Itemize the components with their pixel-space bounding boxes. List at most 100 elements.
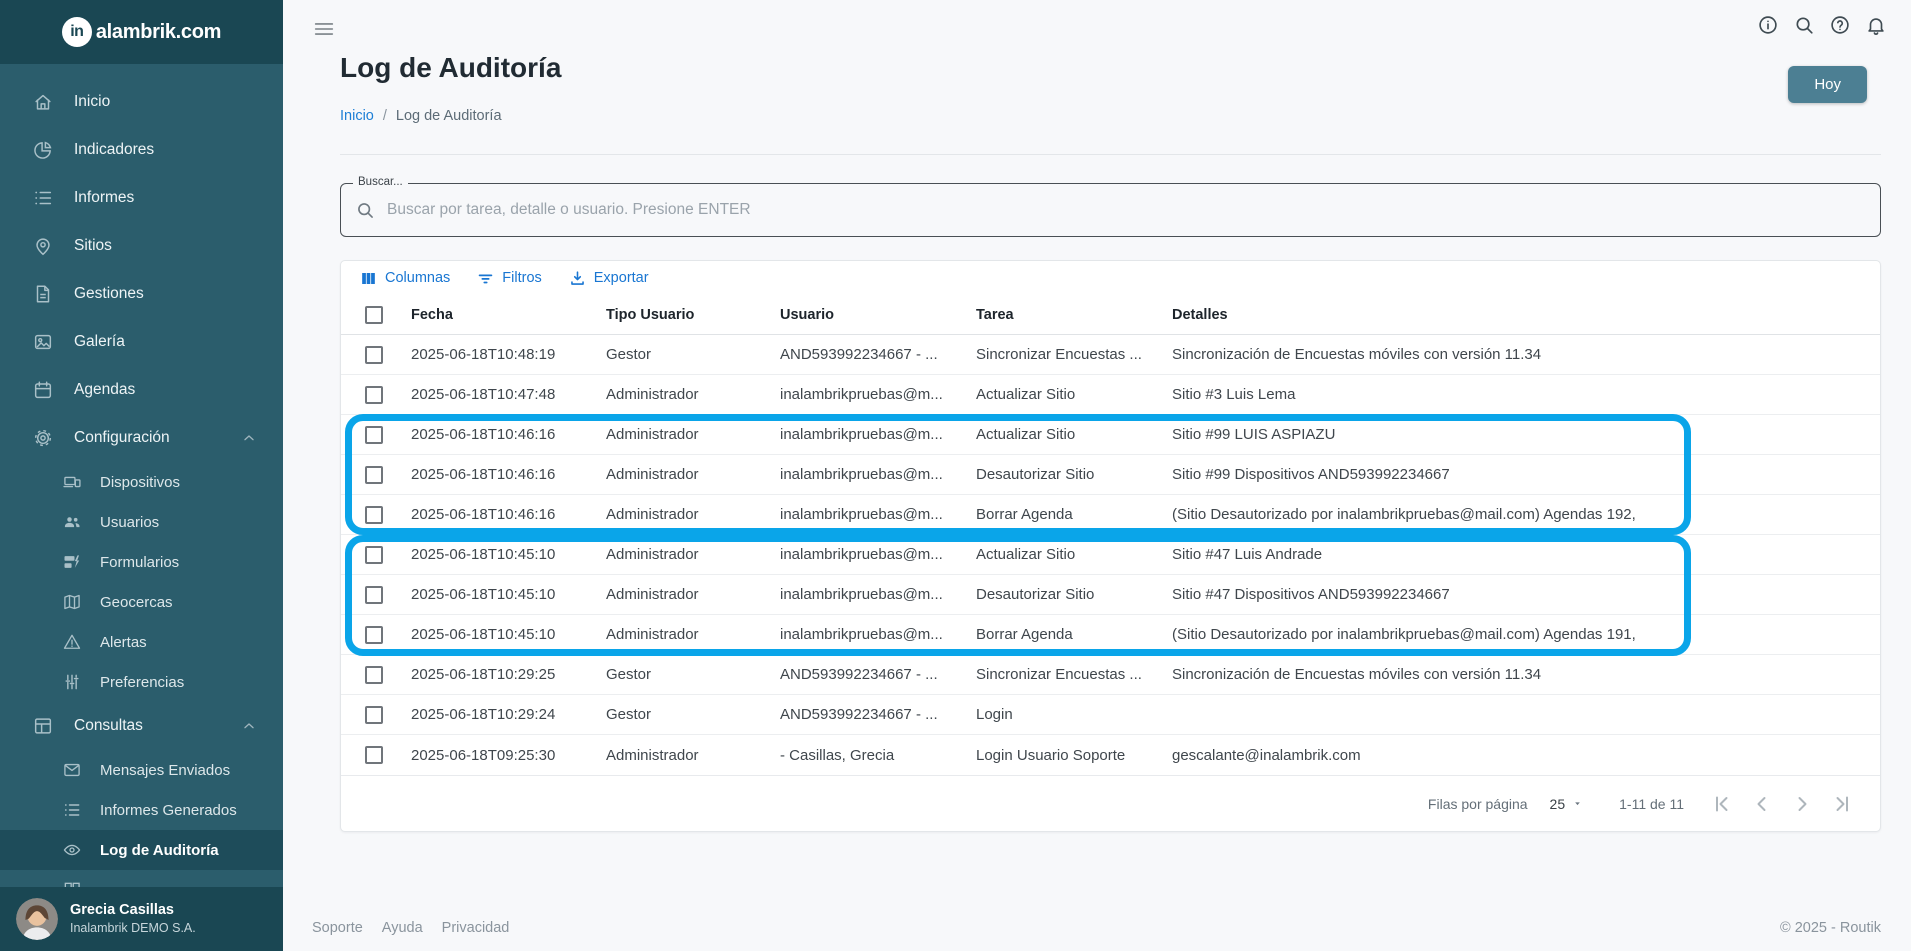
people-icon <box>62 512 82 532</box>
export-button[interactable]: Exportar <box>568 269 649 288</box>
footer-link-ayuda[interactable]: Ayuda <box>382 920 423 936</box>
cell-detalles: Sitio #99 Dispositivos AND593992234667 <box>1172 466 1450 483</box>
table-row[interactable]: 2025-06-18T10:45:10 Administrador inalam… <box>341 575 1880 615</box>
help-icon[interactable] <box>1829 14 1851 36</box>
envelope-icon <box>62 760 82 780</box>
sidebar-item-agendas[interactable]: Agendas <box>0 366 283 414</box>
sidebar-item-alertas[interactable]: Alertas <box>0 622 283 662</box>
filters-button[interactable]: Filtros <box>476 269 542 288</box>
cell-tipo: Gestor <box>606 346 652 363</box>
table-row[interactable]: 2025-06-18T10:29:25 Gestor AND5939922346… <box>341 655 1880 695</box>
row-checkbox[interactable] <box>365 345 383 364</box>
col-header-fecha: Fecha <box>411 306 453 323</box>
table-row[interactable]: 2025-06-18T10:48:19 Gestor AND5939922346… <box>341 335 1880 375</box>
sidebar-item-mensajes-enviados[interactable]: Mensajes Enviados <box>0 750 283 790</box>
row-checkbox[interactable] <box>365 705 383 724</box>
cell-tarea: Login Usuario Soporte <box>976 746 1126 764</box>
footer-link-privacidad[interactable]: Privacidad <box>442 920 510 936</box>
first-page-icon[interactable] <box>1710 792 1734 816</box>
user-profile[interactable]: Grecia Casillas Inalambrik DEMO S.A. <box>0 887 283 951</box>
cell-fecha: 2025-06-18T10:45:10 <box>411 586 556 603</box>
today-button[interactable]: Hoy <box>1788 66 1867 103</box>
row-checkbox[interactable] <box>365 385 383 404</box>
sidebar-item-consultas[interactable]: Consultas <box>0 702 283 750</box>
next-page-icon[interactable] <box>1790 792 1814 816</box>
sidebar-item-sitios[interactable]: Sitios <box>0 222 283 270</box>
cell-usuario: AND593992234667 - ... <box>780 666 938 683</box>
columns-button[interactable]: Columnas <box>359 269 450 288</box>
col-header-tarea: Tarea <box>976 306 1014 323</box>
cell-usuario: inalambrikpruebas@m... <box>780 626 943 643</box>
brand-logo[interactable]: in alambrik.com <box>0 0 283 64</box>
sidebar-item-label: Formularios <box>100 553 180 571</box>
sidebar-item-informes[interactable]: Informes <box>0 174 283 222</box>
cell-tarea: Desautorizar Sitio <box>976 466 1095 483</box>
row-checkbox[interactable] <box>365 746 383 764</box>
sidebar-item-label: Gestiones <box>74 285 144 302</box>
previous-page-icon[interactable] <box>1750 792 1774 816</box>
filter-icon <box>476 269 495 288</box>
rows-per-page-select[interactable]: 25 <box>1550 796 1584 812</box>
table-row[interactable]: 2025-06-18T10:47:48 Administrador inalam… <box>341 375 1880 415</box>
sidebar-item-usuarios[interactable]: Usuarios <box>0 502 283 542</box>
row-checkbox[interactable] <box>365 665 383 684</box>
cell-usuario: inalambrikpruebas@m... <box>780 586 943 603</box>
cell-fecha: 2025-06-18T10:45:10 <box>411 546 556 563</box>
sidebar-item-label: Dispositivos <box>100 473 181 491</box>
sidebar: in alambrik.com Inicio Indicadores Infor… <box>0 0 283 951</box>
sidebar-item-partial[interactable] <box>0 870 283 887</box>
sidebar-item-log-auditoria[interactable]: Log de Auditoría <box>0 830 283 870</box>
sidebar-item-dispositivos[interactable]: Dispositivos <box>0 462 283 502</box>
sidebar-item-gestiones[interactable]: Gestiones <box>0 270 283 318</box>
sidebar-item-informes-generados[interactable]: Informes Generados <box>0 790 283 830</box>
row-checkbox[interactable] <box>365 585 383 604</box>
sidebar-item-formularios[interactable]: Formularios <box>0 542 283 582</box>
row-checkbox[interactable] <box>365 505 383 524</box>
breadcrumb-home-link[interactable]: Inicio <box>340 108 374 124</box>
sidebar-item-galeria[interactable]: Galería <box>0 318 283 366</box>
select-all-checkbox[interactable] <box>365 305 383 324</box>
last-page-icon[interactable] <box>1830 792 1854 816</box>
notifications-icon[interactable] <box>1865 14 1887 36</box>
cell-detalles: Sitio #99 LUIS ASPIAZU <box>1172 426 1336 443</box>
table-grid-icon <box>32 715 54 737</box>
breadcrumb: Inicio / Log de Auditoría <box>340 108 502 124</box>
table-row[interactable]: 2025-06-18T10:46:16 Administrador inalam… <box>341 415 1880 455</box>
row-checkbox[interactable] <box>365 425 383 444</box>
sidebar-item-preferencias[interactable]: Preferencias <box>0 662 283 702</box>
row-checkbox[interactable] <box>365 545 383 564</box>
table-row[interactable]: 2025-06-18T10:45:10 Administrador inalam… <box>341 535 1880 575</box>
sidebar-item-inicio[interactable]: Inicio <box>0 78 283 126</box>
sidebar-item-label: Log de Auditoría <box>100 841 219 859</box>
sidebar-item-geocercas[interactable]: Geocercas <box>0 582 283 622</box>
sidebar-item-label: Informes <box>74 189 135 206</box>
search-input[interactable] <box>387 201 1866 219</box>
cell-tarea: Actualizar Sitio <box>976 386 1076 403</box>
info-icon[interactable] <box>1757 14 1779 36</box>
table-row[interactable]: 2025-06-18T10:46:16 Administrador inalam… <box>341 455 1880 495</box>
row-checkbox[interactable] <box>365 625 383 644</box>
table-header-row: Fecha Tipo Usuario Usuario Tarea Detalle… <box>341 295 1880 335</box>
pagination: Filas por página 25 1-11 de 11 <box>341 775 1880 831</box>
sidebar-item-configuracion[interactable]: Configuración <box>0 414 283 462</box>
cell-detalles: gescalante@inalambrik.com <box>1172 746 1361 764</box>
table-row[interactable]: 2025-06-18T10:45:10 Administrador inalam… <box>341 615 1880 655</box>
footer: Soporte Ayuda Privacidad © 2025 - Routik <box>312 920 1881 936</box>
search-icon[interactable] <box>1793 14 1815 36</box>
cell-tipo: Administrador <box>606 586 699 603</box>
rows-per-page-value: 25 <box>1549 795 1566 812</box>
table-row[interactable]: 2025-06-18T10:29:24 Gestor AND5939922346… <box>341 695 1880 735</box>
table-row[interactable]: 2025-06-18T10:46:16 Administrador inalam… <box>341 495 1880 535</box>
breadcrumb-current: Log de Auditoría <box>395 108 502 124</box>
eye-icon <box>62 840 82 860</box>
sidebar-item-label: Informes Generados <box>100 801 237 819</box>
sidebar-item-indicadores[interactable]: Indicadores <box>0 126 283 174</box>
menu-toggle-icon[interactable] <box>313 18 335 40</box>
sliders-icon <box>62 672 82 692</box>
sidebar-item-label: Sitios <box>74 237 112 254</box>
copyright: © 2025 - Routik <box>1780 920 1881 936</box>
row-checkbox[interactable] <box>365 465 383 484</box>
footer-link-soporte[interactable]: Soporte <box>312 920 363 936</box>
page-title: Log de Auditoría <box>340 52 562 83</box>
table-row[interactable]: 2025-06-18T09:25:30 Administrador - Casi… <box>341 735 1880 775</box>
